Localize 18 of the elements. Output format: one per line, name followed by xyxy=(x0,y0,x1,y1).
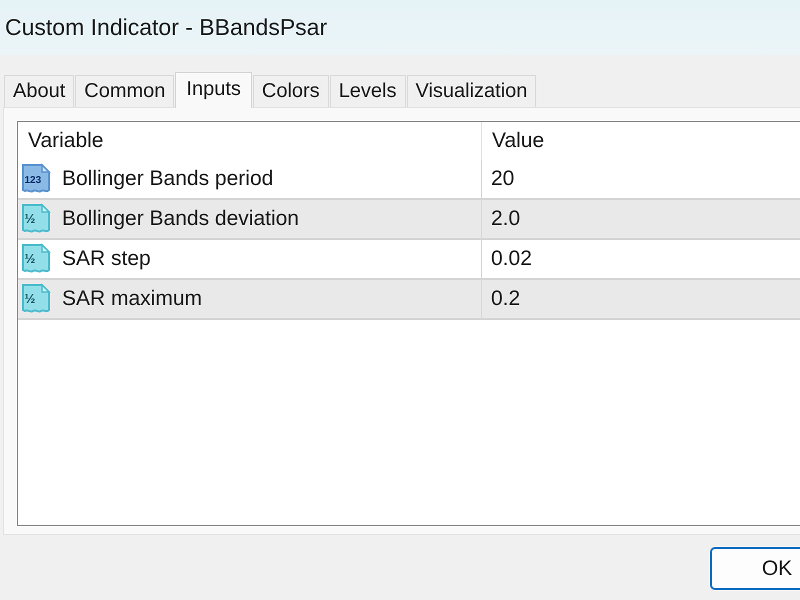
variable-name: Bollinger Bands deviation xyxy=(62,207,299,231)
value-cell: 0.2 xyxy=(482,280,800,320)
variable-name: Bollinger Bands period xyxy=(62,167,274,191)
tab[interactable]: About xyxy=(4,75,74,107)
tab[interactable]: Common xyxy=(75,75,174,107)
value-cell: 2.0 xyxy=(482,200,800,240)
tab[interactable]: Colors xyxy=(252,75,329,107)
tab[interactable]: Inputs xyxy=(175,72,252,108)
ok-button[interactable]: OK xyxy=(710,547,800,590)
window-title: Custom Indicator - BBandsPsar xyxy=(5,14,328,41)
tab[interactable]: Levels xyxy=(330,75,406,107)
tab[interactable]: Visualization xyxy=(406,75,536,107)
integer-type-icon: 123 xyxy=(20,163,52,195)
decimal-type-icon: ½ xyxy=(20,243,52,275)
variable-name: SAR step xyxy=(62,247,151,271)
decimal-type-icon: ½ xyxy=(20,203,52,235)
variable-name: SAR maximum xyxy=(62,287,202,311)
decimal-type-icon: ½ xyxy=(20,283,52,315)
